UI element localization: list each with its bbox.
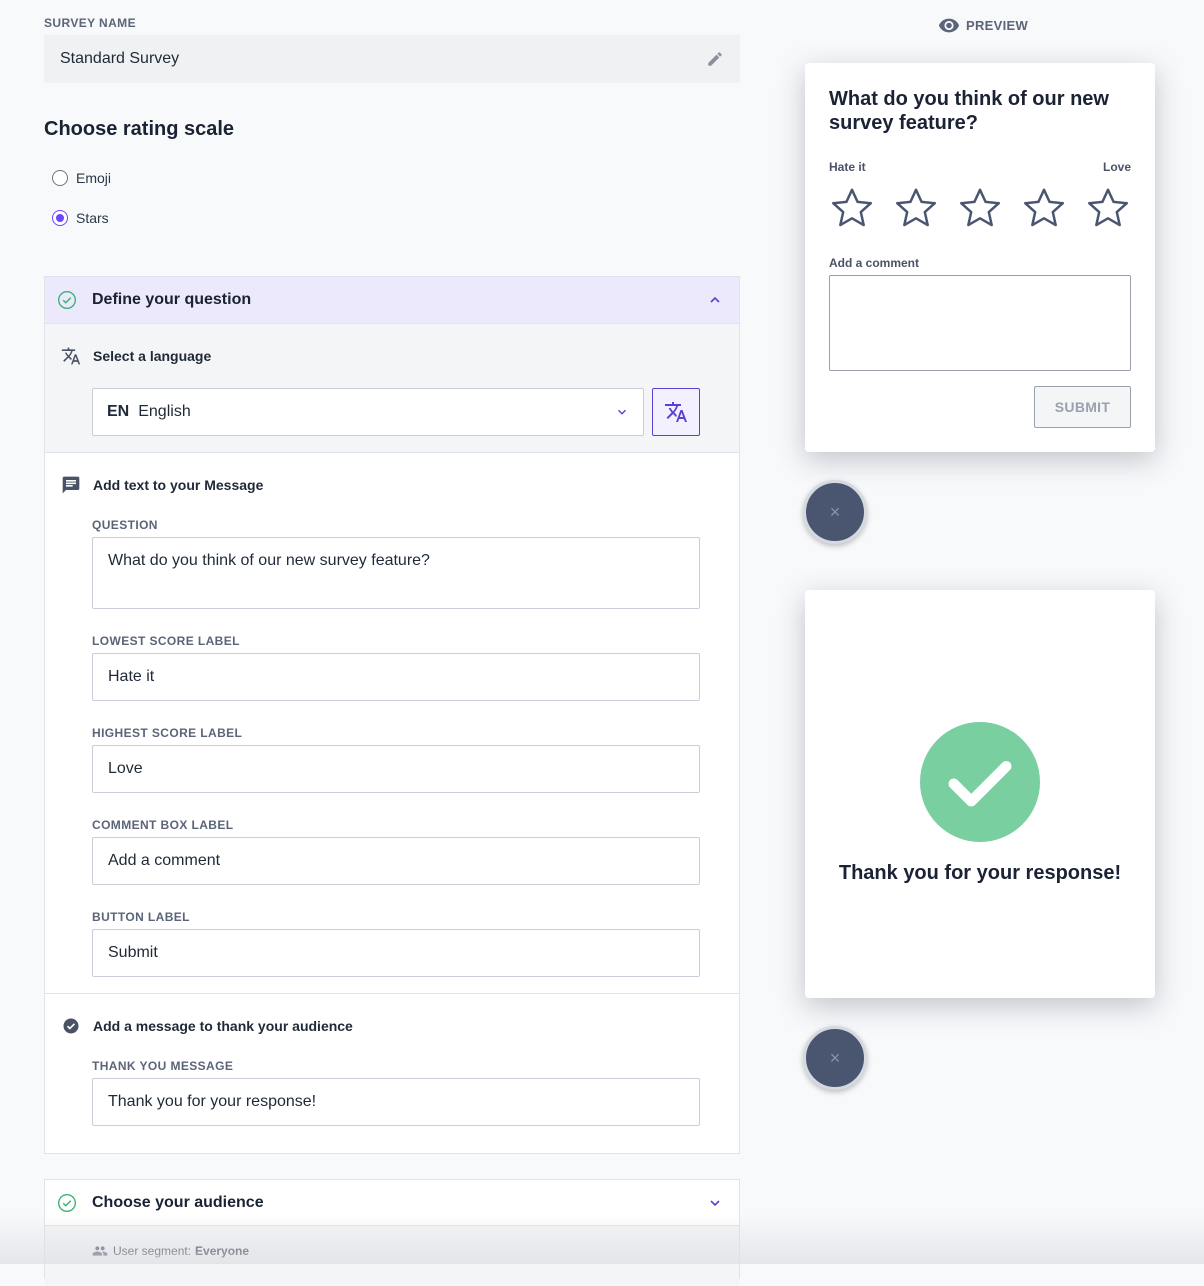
comment-box-input[interactable]: Add a comment	[92, 837, 700, 885]
preview-comment-box[interactable]	[829, 275, 1131, 371]
segment-value: Everyone	[195, 1244, 250, 1258]
button-label-input[interactable]: Submit	[92, 929, 700, 977]
radio-button[interactable]	[52, 170, 68, 186]
star-icon[interactable]	[957, 185, 1003, 231]
audience-title: Choose your audience	[92, 1193, 264, 1211]
preview-comment-label: Add a comment	[829, 256, 920, 270]
language-code: EN	[107, 403, 130, 420]
close-button[interactable]: ×	[803, 480, 867, 544]
star-icon[interactable]	[1085, 185, 1131, 231]
preview-label: PREVIEW	[938, 17, 1028, 33]
preview-text: PREVIEW	[966, 17, 1029, 33]
preview-high-label: Love	[1102, 160, 1131, 174]
lowest-score-label: LOWEST SCORE LABEL	[92, 634, 240, 648]
close-icon: ×	[829, 1047, 841, 1068]
language-name: English	[138, 403, 191, 420]
check-circle-icon	[58, 1193, 76, 1212]
pencil-icon[interactable]	[706, 50, 724, 68]
check-circle-filled-icon	[63, 1018, 79, 1034]
define-question-header[interactable]: Define your question	[45, 277, 739, 324]
chevron-up-icon[interactable]	[707, 292, 723, 308]
language-head: Select a language	[61, 346, 211, 366]
translate-icon	[61, 347, 81, 365]
success-check-icon	[920, 722, 1040, 842]
language-section: Select a language EN English	[45, 324, 739, 453]
chevron-down-icon[interactable]	[707, 1195, 723, 1211]
audience-header[interactable]: Choose your audience	[45, 1180, 739, 1226]
panel-title: Define your question	[92, 291, 252, 308]
question-input[interactable]: What do you think of our new survey feat…	[92, 537, 700, 609]
chevron-down-icon	[618, 409, 626, 415]
define-question-panel: Define your question Select a language E…	[44, 276, 740, 1154]
rating-scale-title: Choose rating scale	[44, 118, 235, 140]
message-title: Add text to your Message	[93, 477, 264, 493]
language-select[interactable]: EN English	[92, 388, 644, 436]
check-circle-icon	[58, 291, 76, 309]
thank-you-label: THANK YOU MESSAGE	[92, 1059, 234, 1073]
radio-button[interactable]	[52, 210, 68, 226]
thanks-message: Thank you for your response!	[838, 862, 1122, 884]
radio-emoji[interactable]: Emoji	[52, 170, 111, 186]
message-head: Add text to your Message	[61, 475, 263, 495]
translate-button[interactable]	[652, 388, 700, 436]
thank-you-input[interactable]: Thank you for your response!	[92, 1078, 700, 1126]
survey-name-value: Standard Survey	[60, 50, 180, 67]
segment-label: User segment:	[113, 1244, 192, 1258]
language-title: Select a language	[93, 348, 212, 364]
audience-panel: Choose your audience User segment: Every…	[44, 1179, 740, 1286]
users-icon	[92, 1246, 108, 1256]
close-icon: ×	[829, 501, 841, 522]
preview-low-label: Hate it	[829, 160, 866, 174]
survey-name-field[interactable]: Standard Survey	[44, 35, 740, 83]
radio-label: Stars	[76, 210, 109, 226]
user-segment: User segment: Everyone	[92, 1243, 249, 1259]
preview-question: What do you think of our new survey feat…	[829, 88, 1109, 134]
thanks-head: Add a message to thank your audience	[61, 1016, 353, 1036]
audience-body: User segment: Everyone	[45, 1226, 739, 1286]
question-label: QUESTION	[92, 518, 158, 532]
star-icon[interactable]	[829, 185, 875, 231]
comment-box-label: COMMENT BOX LABEL	[92, 818, 234, 832]
highest-score-input[interactable]: Love	[92, 745, 700, 793]
radio-stars[interactable]: Stars	[52, 210, 109, 226]
radio-label: Emoji	[76, 170, 112, 186]
close-button[interactable]: ×	[803, 1026, 867, 1090]
button-label-label: BUTTON LABEL	[92, 910, 190, 924]
star-icon[interactable]	[893, 185, 939, 231]
star-icon[interactable]	[1021, 185, 1067, 231]
survey-name-label: SURVEY NAME	[44, 16, 136, 30]
highest-score-label: HIGHEST SCORE LABEL	[92, 726, 243, 740]
translate-icon	[665, 402, 687, 422]
star-rating	[829, 185, 1131, 231]
message-section: Add text to your Message QUESTION What d…	[45, 453, 739, 994]
message-icon	[62, 476, 80, 494]
thank-you-preview-card: Thank you for your response!	[805, 590, 1155, 998]
thanks-title: Add a message to thank your audience	[93, 1018, 353, 1034]
thanks-section: Add a message to thank your audience THA…	[45, 994, 739, 1154]
survey-preview-card: What do you think of our new survey feat…	[805, 63, 1155, 452]
eye-icon	[938, 18, 960, 33]
lowest-score-input[interactable]: Hate it	[92, 653, 700, 701]
submit-button[interactable]: SUBMIT	[1034, 386, 1131, 428]
